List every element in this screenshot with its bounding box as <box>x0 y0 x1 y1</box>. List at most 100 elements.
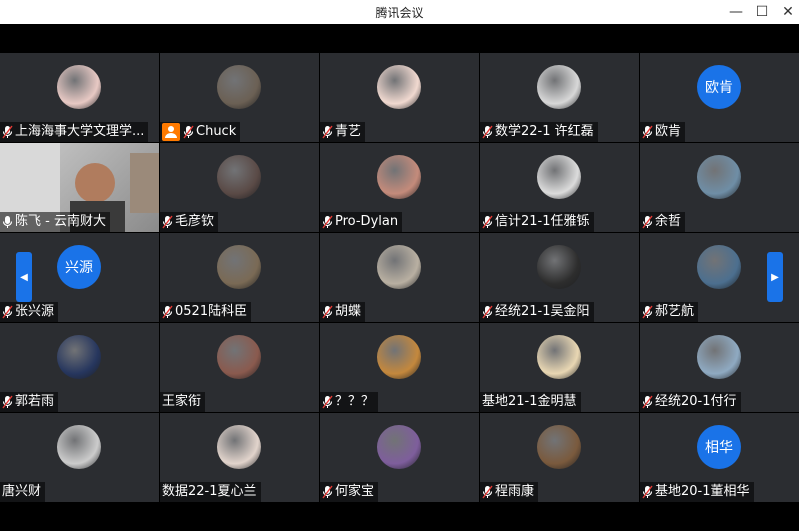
name-label: 程雨康 <box>480 482 539 502</box>
avatar <box>537 245 581 289</box>
participant-tile[interactable]: 何家宝 <box>320 413 479 502</box>
top-area <box>0 24 799 53</box>
participant-tile[interactable]: Chuck <box>160 53 319 142</box>
microphone-muted-icon <box>642 215 653 229</box>
participant-name: 0521陆科臣 <box>175 304 248 319</box>
participant-tile[interactable]: 数学22-1 许红磊 <box>480 53 639 142</box>
participant-tile[interactable]: 信计21-1任雅铄 <box>480 143 639 232</box>
participant-name: 基地21-1金明慧 <box>482 394 577 409</box>
participant-tile[interactable]: 胡蝶 <box>320 233 479 322</box>
name-label: 郝艺航 <box>640 302 699 322</box>
name-label: ？？？ <box>320 392 379 412</box>
name-label: 余哲 <box>640 212 686 232</box>
window-title: 腾讯会议 <box>375 6 424 20</box>
participant-tile[interactable]: 数据22-1夏心兰 <box>160 413 319 502</box>
microphone-muted-icon <box>2 395 13 409</box>
host-icon <box>162 123 180 141</box>
name-label: 郭若雨 <box>0 392 59 412</box>
avatar: 相华 <box>697 425 741 469</box>
avatar <box>377 425 421 469</box>
avatar <box>537 425 581 469</box>
microphone-muted-icon <box>2 125 13 139</box>
microphone-muted-icon <box>642 395 653 409</box>
participant-tile[interactable]: 青艺 <box>320 53 479 142</box>
participant-tile[interactable]: 陈飞 - 云南财大 <box>0 143 159 232</box>
close-button[interactable]: ✕ <box>773 0 799 24</box>
participant-name: 经统20-1付行 <box>655 394 737 409</box>
participant-tile[interactable]: 郭若雨 <box>0 323 159 412</box>
participant-tile[interactable]: 经统21-1吴金阳 <box>480 233 639 322</box>
participant-tile[interactable]: 唐兴财 <box>0 413 159 502</box>
avatar <box>537 65 581 109</box>
microphone-muted-icon <box>162 215 173 229</box>
participant-name: Chuck <box>196 124 237 139</box>
participant-tile[interactable]: 基地21-1金明慧 <box>480 323 639 412</box>
microphone-muted-icon <box>162 305 173 319</box>
microphone-muted-icon <box>322 485 333 499</box>
name-label: 数据22-1夏心兰 <box>160 482 261 502</box>
avatar <box>217 335 261 379</box>
name-label: 青艺 <box>320 122 366 142</box>
avatar <box>537 155 581 199</box>
participant-name: 唐兴财 <box>2 484 42 499</box>
name-label: 胡蝶 <box>320 302 366 322</box>
participant-grid: 上海海事大学文理学... Chuck 青艺 数学22-1 许红磊 欧肯 欧肯陈飞 - 云南… <box>0 53 799 503</box>
microphone-muted-icon <box>482 485 493 499</box>
microphone-icon <box>2 215 13 229</box>
participant-name: ？？？ <box>335 394 375 409</box>
avatar <box>697 245 741 289</box>
avatar <box>57 425 101 469</box>
microphone-muted-icon <box>482 305 493 319</box>
name-label: 基地20-1董相华 <box>640 482 754 502</box>
participant-tile[interactable]: 毛彦钦 <box>160 143 319 232</box>
name-label: 何家宝 <box>320 482 379 502</box>
name-label: 毛彦钦 <box>160 212 219 232</box>
participant-name: 数据22-1夏心兰 <box>162 484 257 499</box>
participant-name: 程雨康 <box>495 484 535 499</box>
participant-name: 陈飞 - 云南财大 <box>15 214 106 229</box>
participant-name: 张兴源 <box>15 304 55 319</box>
avatar <box>377 155 421 199</box>
name-label: Pro-Dylan <box>320 212 403 232</box>
name-label: 唐兴财 <box>0 482 46 502</box>
microphone-muted-icon <box>322 215 333 229</box>
participant-name: 上海海事大学文理学... <box>15 124 145 139</box>
participant-tile[interactable]: 王家衔 <box>160 323 319 412</box>
name-label: 张兴源 <box>0 302 59 322</box>
avatar <box>377 65 421 109</box>
participant-tile[interactable]: 0521陆科臣 <box>160 233 319 322</box>
microphone-muted-icon <box>482 125 493 139</box>
participant-tile[interactable]: ？？？ <box>320 323 479 412</box>
participant-tile[interactable]: 余哲 <box>640 143 799 232</box>
microphone-muted-icon <box>183 125 194 139</box>
name-label: 上海海事大学文理学... <box>0 122 149 142</box>
microphone-muted-icon <box>322 125 333 139</box>
participant-name: 郝艺航 <box>655 304 695 319</box>
participant-tile[interactable]: 相华基地20-1董相华 <box>640 413 799 502</box>
microphone-muted-icon <box>642 305 653 319</box>
participant-name: 胡蝶 <box>335 304 362 319</box>
participant-tile[interactable]: 经统20-1付行 <box>640 323 799 412</box>
participant-name: 青艺 <box>335 124 362 139</box>
participant-name: 王家衔 <box>162 394 202 409</box>
participant-tile[interactable]: 程雨康 <box>480 413 639 502</box>
prev-page-button[interactable]: ◀ <box>16 252 32 302</box>
participant-name: 郭若雨 <box>15 394 55 409</box>
title-bar: 腾讯会议 — ☐ ✕ <box>0 0 799 24</box>
avatar <box>697 155 741 199</box>
microphone-muted-icon <box>482 215 493 229</box>
bottom-area <box>0 503 799 531</box>
next-page-button[interactable]: ▶ <box>767 252 783 302</box>
participant-tile[interactable]: 欧肯 欧肯 <box>640 53 799 142</box>
chevron-right-icon: ▶ <box>771 271 779 283</box>
participant-tile[interactable]: 上海海事大学文理学... <box>0 53 159 142</box>
participant-name: 经统21-1吴金阳 <box>495 304 590 319</box>
avatar <box>217 245 261 289</box>
avatar <box>697 335 741 379</box>
avatar: 兴源 <box>57 245 101 289</box>
name-label: Chuck <box>160 122 241 142</box>
participant-tile[interactable]: Pro-Dylan <box>320 143 479 232</box>
close-icon: ✕ <box>782 4 794 20</box>
participant-name: 信计21-1任雅铄 <box>495 214 590 229</box>
participant-name: 基地20-1董相华 <box>655 484 750 499</box>
